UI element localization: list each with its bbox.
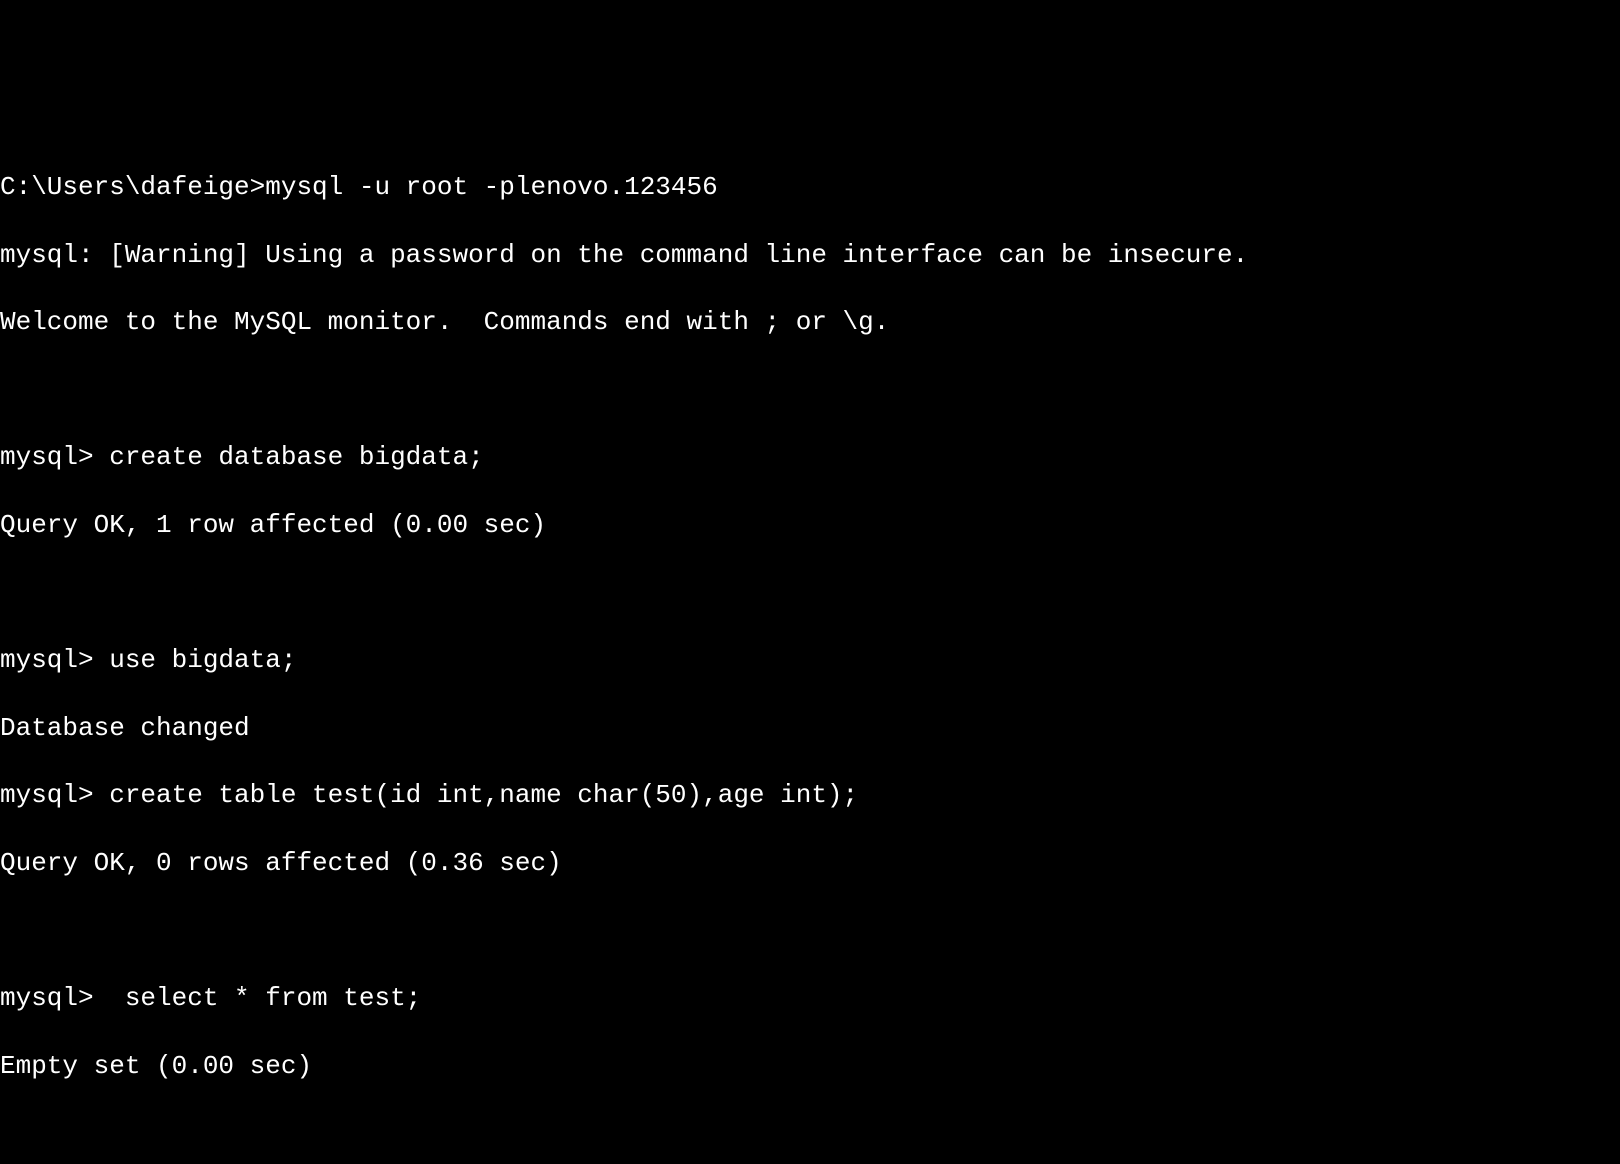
terminal-window[interactable]: C:\Users\dafeige>mysql -u root -plenovo.… — [0, 137, 1620, 1117]
terminal-line: mysql> create database bigdata; — [0, 441, 1620, 475]
terminal-blank-line — [0, 374, 1620, 408]
terminal-line: mysql> select * from test; — [0, 982, 1620, 1016]
terminal-line: Welcome to the MySQL monitor. Commands e… — [0, 306, 1620, 340]
terminal-line: mysql: [Warning] Using a password on the… — [0, 239, 1620, 273]
terminal-line: Query OK, 0 rows affected (0.36 sec) — [0, 847, 1620, 881]
terminal-line: mysql> create table test(id int,name cha… — [0, 779, 1620, 813]
terminal-line: C:\Users\dafeige>mysql -u root -plenovo.… — [0, 171, 1620, 205]
terminal-line: Empty set (0.00 sec) — [0, 1050, 1620, 1084]
terminal-blank-line — [0, 915, 1620, 949]
terminal-line: Database changed — [0, 712, 1620, 746]
terminal-line: mysql> use bigdata; — [0, 644, 1620, 678]
terminal-line: Query OK, 1 row affected (0.00 sec) — [0, 509, 1620, 543]
